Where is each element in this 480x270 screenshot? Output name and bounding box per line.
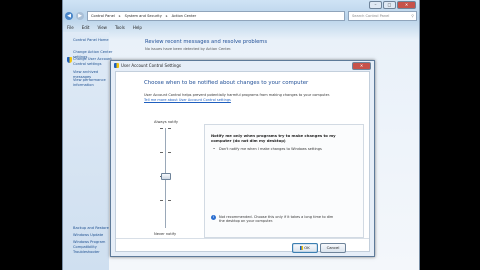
backup-restore-link[interactable]: Backup and Restore: [73, 226, 109, 231]
menu-edit[interactable]: Edit: [82, 25, 90, 30]
menu-bar: File Edit View Tools Help: [67, 25, 142, 30]
bullet-icon: •: [213, 147, 216, 151]
shield-icon: [114, 63, 119, 68]
compatibility-troubleshooter-link[interactable]: Windows Program Compatibility Troublesho…: [73, 240, 107, 255]
divider: [116, 238, 369, 239]
notification-level-slider-thumb[interactable]: [161, 173, 171, 180]
shield-icon: [300, 246, 304, 250]
view-performance-info-link[interactable]: View performance information: [73, 78, 113, 88]
left-pane: Control Panel Home Change Action Center …: [63, 32, 112, 270]
search-icon: ⚲: [411, 14, 414, 18]
learn-more-link[interactable]: Tell me more about User Account Control …: [144, 98, 231, 102]
slider-tick: [160, 152, 163, 153]
slider-tick: [168, 200, 171, 201]
always-notify-label: Always notify: [154, 120, 178, 124]
cancel-button[interactable]: Cancel: [320, 243, 346, 253]
dialog-heading: Choose when to be notified about changes…: [144, 80, 309, 86]
menu-view[interactable]: View: [97, 25, 107, 30]
chevron-right-icon: ▸: [165, 14, 168, 18]
slider-tick: [160, 200, 163, 201]
search-placeholder: Search Control Panel: [352, 14, 390, 18]
menu-help[interactable]: Help: [133, 25, 142, 30]
dialog-content: Choose when to be notified about changes…: [115, 71, 370, 253]
address-bar[interactable]: Control Panel ▸ System and Security ▸ Ac…: [87, 11, 345, 21]
uac-settings-dialog: User Account Control Settings ✕ Choose w…: [110, 60, 375, 257]
slider-tick: [168, 128, 171, 129]
forward-button[interactable]: ▶: [76, 12, 84, 20]
slider-tick: [160, 128, 163, 129]
breadcrumb-action-center[interactable]: Action Center: [172, 12, 197, 20]
ok-button[interactable]: OK: [292, 243, 318, 253]
chevron-right-icon: ▸: [118, 14, 121, 18]
ok-button-label: OK: [304, 245, 310, 250]
level-warning-text: Not recommended. Choose this only if it …: [219, 215, 334, 224]
breadcrumb-system-security[interactable]: System and Security: [125, 12, 162, 20]
address-row: ◀ ▶ Control Panel ▸ System and Security …: [65, 11, 417, 21]
breadcrumb-control-panel[interactable]: Control Panel: [91, 12, 115, 20]
level-description-box: Notify me only when programs try to make…: [204, 124, 364, 238]
level-bullet-text: Don't notify me when I make changes to W…: [219, 147, 322, 151]
page-title: Review recent messages and resolve probl…: [145, 39, 268, 45]
shield-icon: [67, 57, 72, 63]
page-subtitle: No issues have been detected by Action C…: [145, 47, 232, 51]
close-button[interactable]: ✕: [397, 1, 416, 9]
menu-file[interactable]: File: [67, 25, 74, 30]
menu-tools[interactable]: Tools: [115, 25, 125, 30]
minimize-button[interactable]: –: [369, 1, 382, 9]
dialog-close-button[interactable]: ✕: [352, 62, 371, 70]
slider-tick: [168, 152, 171, 153]
dialog-title: User Account Control Settings: [121, 63, 181, 68]
window-titlebar: – □ ✕: [63, 0, 419, 9]
never-notify-label: Never notify: [154, 232, 177, 236]
windows-update-link[interactable]: Windows Update: [73, 233, 103, 238]
info-icon: i: [211, 215, 216, 220]
control-panel-home-link[interactable]: Control Panel Home: [73, 38, 113, 43]
change-uac-settings-link[interactable]: Change User Account Control settings: [73, 57, 113, 67]
back-button[interactable]: ◀: [65, 12, 73, 20]
maximize-button[interactable]: □: [383, 1, 396, 9]
level-title: Notify me only when programs try to make…: [211, 133, 336, 143]
search-input[interactable]: Search Control Panel ⚲: [348, 11, 417, 21]
dialog-description: User Account Control helps prevent poten…: [144, 93, 331, 97]
